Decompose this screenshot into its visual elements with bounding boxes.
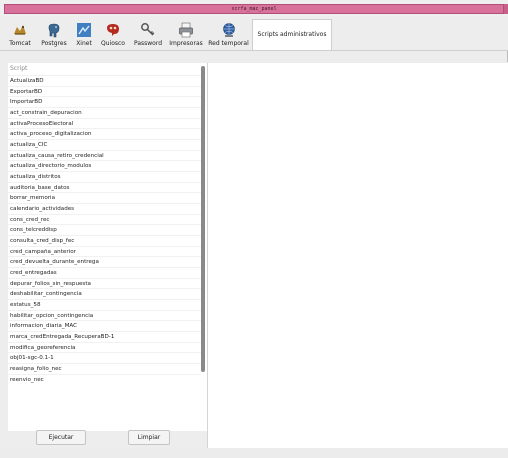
script-list-item[interactable]: cons_cred_rec — [8, 213, 201, 225]
script-list-item[interactable]: cred_campaña_anterior — [8, 245, 201, 257]
toolbar-tomcat-label: Tomcat — [9, 40, 31, 47]
window-title: scrfa_mac_panel — [231, 6, 277, 12]
script-list-item[interactable]: informacion_diaria_MAC — [8, 320, 201, 331]
script-list[interactable]: Script ActualizaBD ExportarBD ImportarBD ac… — [8, 63, 207, 431]
toolbar-postgres-button[interactable]: Postgres — [37, 19, 71, 51]
toolbar-quiosco-button[interactable]: Quiosco — [97, 19, 129, 51]
clear-button[interactable]: Limpiar — [128, 430, 170, 445]
script-list-item[interactable]: modifica_georeferencia — [8, 341, 201, 353]
script-list-item[interactable]: habilitar_opcion_contingencia — [8, 309, 201, 321]
title-bar: scrfa_mac_panel — [0, 0, 508, 16]
script-list-item[interactable]: ExportarBD — [8, 85, 201, 97]
title-bar-edge — [504, 4, 508, 14]
toolbar-xinet-button[interactable]: Xinet — [72, 19, 96, 51]
toolbar-divider — [0, 50, 508, 51]
toolbar-postgres-label: Postgres — [41, 40, 67, 47]
status-bar — [0, 448, 508, 458]
toolbar-red-temporal-label: Red temporal — [208, 40, 249, 47]
run-button[interactable]: Ejecutar — [36, 430, 86, 445]
xinet-icon — [77, 23, 91, 37]
toolbar-xinet-label: Xinet — [76, 40, 92, 47]
script-list-item[interactable]: calendario_actividades — [8, 203, 201, 214]
script-list-item[interactable]: actualiza_CIC — [8, 139, 201, 150]
script-list-item[interactable]: actualiza_distritos — [8, 171, 201, 182]
tab-scripts-administrativos[interactable]: Scripts administrativos — [252, 19, 332, 51]
script-list-header: Script — [10, 65, 28, 72]
script-list-items: ActualizaBD ExportarBD ImportarBD act_const… — [8, 75, 201, 384]
postgres-elephant-icon — [48, 23, 60, 38]
toolbar-tomcat-button[interactable]: Tomcat — [4, 19, 36, 51]
script-list-item[interactable]: reenvio_nec — [8, 373, 201, 385]
toolbar: Tomcat Postgres Xinet Quiosco Password I… — [0, 17, 508, 51]
script-list-item[interactable]: consulta_cred_disp_fec — [8, 235, 201, 246]
toolbar-quiosco-label: Quiosco — [101, 40, 125, 47]
toolbar-red-temporal-button[interactable]: Red temporal — [206, 19, 251, 51]
toolbar-impresoras-label: Impresoras — [169, 40, 203, 47]
script-list-item[interactable]: auditoria_base_datos — [8, 181, 201, 193]
script-list-item[interactable]: actualiza_directorio_modulos — [8, 160, 201, 171]
toolbar-password-label: Password — [133, 40, 163, 47]
toolbar-password-button[interactable]: Password — [130, 19, 166, 51]
script-list-item[interactable]: act_constrain_depuracion — [8, 107, 201, 118]
script-list-item[interactable]: cred_devuelta_durante_entrega — [8, 256, 201, 267]
script-list-item[interactable]: cons_telcreddisp — [8, 224, 201, 235]
script-list-item[interactable]: actualiza_causa_retiro_credencial — [8, 149, 201, 161]
script-output-panel[interactable] — [208, 63, 508, 448]
quiosco-icon — [107, 24, 119, 36]
script-list-scrollbar[interactable] — [201, 66, 205, 372]
tomcat-icon — [14, 25, 26, 35]
script-list-item[interactable]: borrar_memoria — [8, 192, 201, 203]
printer-icon — [179, 22, 193, 38]
script-list-item[interactable]: deshabilitar_contingencia — [8, 288, 201, 299]
script-list-item[interactable]: activaProcesoElectoral — [8, 117, 201, 129]
script-list-item[interactable]: ActualizaBD — [8, 75, 201, 86]
network-icon — [222, 23, 235, 37]
script-list-item[interactable]: estatus_58 — [8, 299, 201, 310]
script-list-item[interactable]: cred_entregadas — [8, 267, 201, 278]
tab-scripts-administrativos-label: Scripts administrativos — [257, 31, 327, 38]
toolbar-impresoras-button[interactable]: Impresoras — [167, 19, 205, 51]
script-list-item[interactable]: activa_proceso_digitalizacion — [8, 128, 201, 139]
script-list-item[interactable]: obj01-sgc-0.1-1 — [8, 352, 201, 363]
script-list-item[interactable]: ImportarBD — [8, 96, 201, 107]
key-icon — [141, 23, 155, 36]
script-list-item[interactable]: marca_credEntregada_RecuperaBD-1 — [8, 331, 201, 342]
script-list-item[interactable]: depurar_folios_sin_respuesta — [8, 277, 201, 289]
script-list-item[interactable]: reasigna_folio_nec — [8, 363, 201, 374]
